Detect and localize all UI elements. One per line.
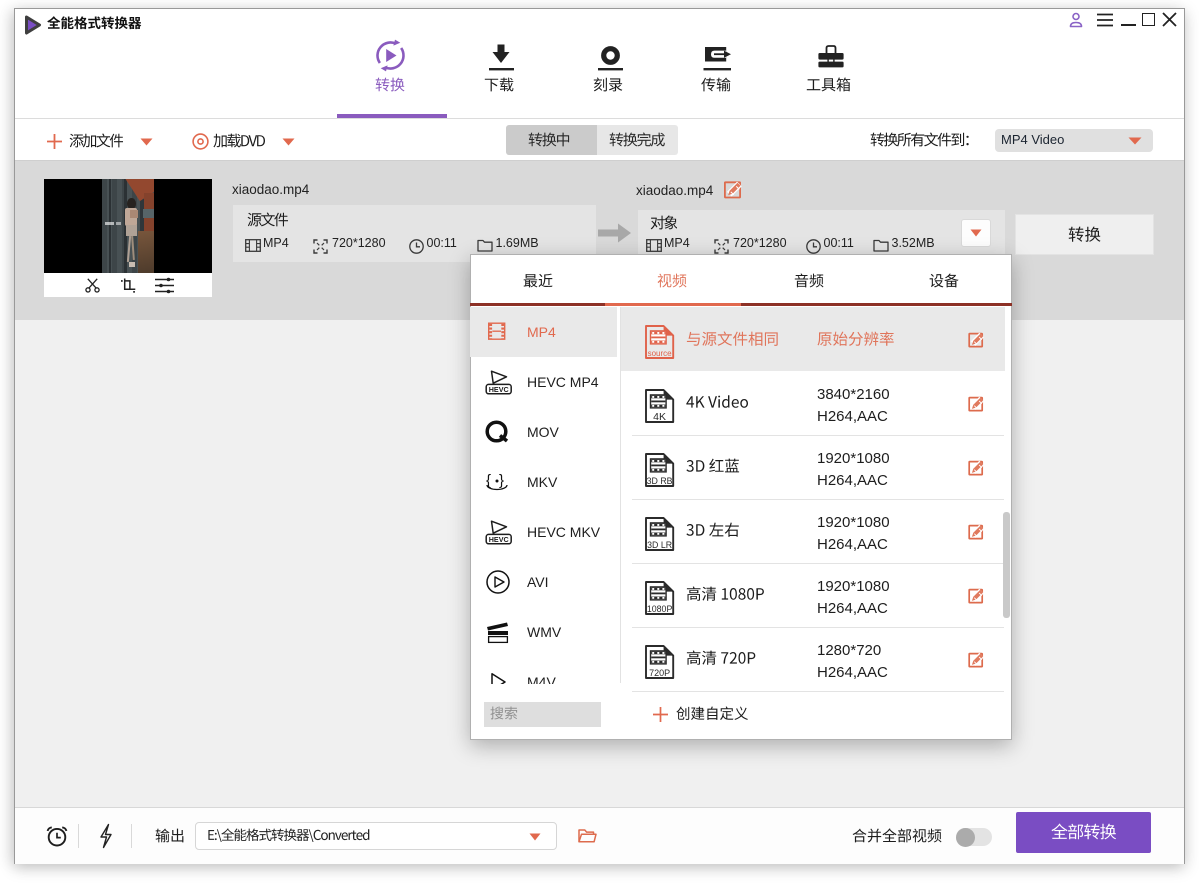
- svg-text:HEVC: HEVC: [489, 385, 509, 394]
- svg-text:source: source: [648, 349, 673, 358]
- svg-text:1080P: 1080P: [647, 604, 673, 614]
- svg-text:3D LR: 3D LR: [647, 540, 672, 550]
- svg-text:720P: 720P: [649, 668, 670, 678]
- svg-text:}: }: [499, 472, 504, 489]
- svg-text:3D RB: 3D RB: [647, 476, 673, 486]
- svg-text:4K: 4K: [653, 411, 666, 423]
- svg-text:HEVC: HEVC: [489, 535, 509, 544]
